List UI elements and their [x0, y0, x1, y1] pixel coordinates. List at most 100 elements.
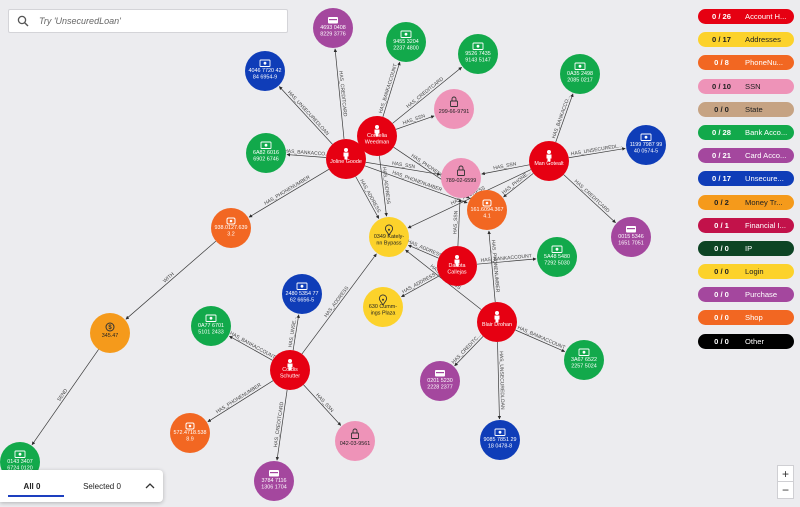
graph-node-card[interactable]: 4693 04088229 3776 — [313, 8, 353, 48]
node-label: 6A82 6016 — [253, 150, 279, 156]
legend-item[interactable]: 0 / 0 State — [698, 101, 794, 117]
legend-label: Bank Acco... — [745, 127, 788, 137]
graph-edge[interactable]: HAS_UNSECUREDLOAN — [278, 86, 333, 145]
legend-count: 0 / 0 — [714, 336, 729, 346]
credit-card-icon — [328, 17, 338, 24]
node-label: 161.6094.367 — [471, 207, 504, 213]
graph-edge[interactable]: HAS_PHONE... — [501, 170, 534, 198]
graph-node-person[interactable]: Man Gotealt — [529, 141, 569, 181]
graph-node-address[interactable]: 0349 Kately-nn Bypass — [369, 217, 409, 257]
node-label: 5A48 5480 — [544, 254, 570, 260]
tab-selected[interactable]: Selected 0 — [64, 470, 140, 502]
graph-node-bank[interactable]: 3A67 65222257 5024 — [564, 340, 604, 380]
graph-edge[interactable]: HAS_ADDRESS — [401, 272, 440, 298]
legend-item[interactable]: 0 / 17 Unsecure... — [698, 171, 794, 187]
graph-node-bank[interactable]: 0A35 24982085 0217 — [560, 54, 600, 94]
node-label: ings Plaza — [371, 311, 396, 317]
graph-node-loan[interactable]: 1199 7987 9940 0574-5 — [626, 125, 666, 165]
graph-edge[interactable]: HAS_UNSE... — [288, 314, 300, 351]
legend-label: Purchase — [745, 290, 778, 300]
graph-canvas[interactable]: HAS_UNSECUREDLOAN HAS_CREDITCARD HAS_BANKA… — [0, 0, 800, 507]
graph-node-person[interactable]: DakotaCallejas — [437, 246, 477, 286]
legend-item[interactable]: 0 / 0 Purchase — [698, 287, 794, 303]
legend-item[interactable]: 0 / 17 Addresses — [698, 32, 794, 48]
graph-edge[interactable]: HAS_CREDITCARD — [333, 48, 348, 140]
legend-label: State — [745, 104, 763, 114]
legend-label: Financial I... — [745, 220, 786, 230]
legend-item[interactable]: 0 / 8 PhoneNu... — [698, 55, 794, 71]
search-bar[interactable] — [8, 9, 288, 33]
graph-node-loan[interactable]: 2480 5354 7762 6656-5 — [282, 274, 322, 314]
graph-node-phone[interactable]: 572.4718.5388.9 — [170, 413, 210, 453]
graph-edge[interactable]: HAS_UNSECUREDL... — [568, 143, 626, 159]
graph-edge[interactable]: HAS_SSN — [481, 161, 530, 176]
graph-node-bank[interactable]: 5A48 54807292 5030 — [537, 237, 577, 277]
graph-edge[interactable]: HAS_ADDRESS — [355, 176, 382, 219]
graph-node-person[interactable]: CordisSchutter — [270, 350, 310, 390]
graph-node-card[interactable]: 3784 71161306 1704 — [254, 461, 294, 501]
legend-item[interactable]: 0 / 10 SSN — [698, 78, 794, 94]
legend-count: 0 / 8 — [714, 58, 729, 68]
graph-edge[interactable]: HAS_SSN — [395, 113, 435, 130]
graph-edge[interactable]: HAS_PHONENUMBER — [207, 380, 274, 423]
legend-item[interactable]: 0 / 0 Other — [698, 333, 794, 349]
edge-label: HAS_BANKACCOUNT — [516, 325, 566, 351]
graph-node-loan[interactable]: 4046 7720 4284 6954-9 — [245, 51, 285, 91]
graph-node-ssn[interactable]: 042-03-9561 — [335, 421, 375, 461]
graph-edge[interactable]: HAS_BANKACCO... — [284, 148, 330, 158]
legend-item[interactable]: 0 / 0 IP — [698, 240, 794, 256]
graph-node-person[interactable]: Blair Drohan — [477, 302, 517, 342]
legend-item[interactable]: 0 / 28 Bank Acco... — [698, 124, 794, 140]
zoom-out-button[interactable]: − — [777, 482, 794, 499]
node-label: Cordis — [282, 367, 298, 373]
legend-item[interactable]: 0 / 21 Card Acco... — [698, 148, 794, 164]
legend-item[interactable]: 0 / 0 Login — [698, 264, 794, 280]
graph-node-bank[interactable]: 6A82 60166902 6746 — [246, 133, 286, 173]
graph-node-ssn[interactable]: 299-66-9791 — [434, 89, 474, 129]
graph-edge[interactable]: HAS_BANKACCOUNT — [378, 61, 401, 117]
search-input[interactable] — [39, 16, 279, 26]
graph-node-card[interactable]: 0201 52302228 2377 — [420, 361, 460, 401]
graph-node-ssn[interactable]: 789-02-6599 — [441, 158, 481, 198]
legend-count: 0 / 1 — [714, 220, 729, 230]
graph-edge[interactable]: HAS_BANKACCOUNT — [228, 331, 276, 361]
graph-edge[interactable]: HAS_BANKACCOUNT — [515, 325, 566, 352]
graph-edge[interactable]: HAS_ADDRESS — [406, 239, 443, 259]
graph-edge[interactable]: HAS_SSN — [303, 384, 342, 426]
graph-edge[interactable]: HAS_CREDITC... — [451, 333, 484, 367]
graph-edge[interactable]: HAS_PHONENUMBER — [248, 168, 330, 218]
node-label: 6902 6746 — [253, 157, 278, 163]
graph-node-phone[interactable]: 161.6094.3674.1 — [467, 190, 507, 230]
graph-node-person[interactable]: CorneliaWeedman — [357, 116, 397, 156]
graph-node-loan[interactable]: 9085 7851 2918 0478-8 — [480, 420, 520, 460]
graph-edge[interactable]: HAS_CREDITCARD — [273, 389, 288, 461]
chevron-up-icon[interactable] — [140, 482, 160, 490]
graph-node-money[interactable]: $345.47 — [90, 313, 130, 353]
node-label: 1199 7987 99 — [630, 142, 663, 148]
graph-edge[interactable]: HAS_BANKACCOUNT — [476, 253, 537, 265]
legend-item[interactable]: 0 / 1 Financial I... — [698, 217, 794, 233]
edge-label: HAS_PHONENUMBER — [263, 174, 311, 206]
graph-node-phone[interactable]: 938.0127.6393.2 — [211, 208, 251, 248]
edge-label: HAS_SSN — [391, 161, 415, 171]
graph-edge[interactable]: HAS_BANKACCO... — [551, 93, 574, 143]
graph-edge[interactable]: HAS_UNSECUREDLOAN — [497, 341, 506, 420]
graph-node-address[interactable]: 630 Cumm-ings Plaza — [363, 287, 403, 327]
legend-label: Other — [745, 336, 764, 346]
graph-edge[interactable]: HAS_CREDITCARD — [563, 174, 616, 223]
node-label: Man Gotealt — [534, 161, 564, 167]
legend-item[interactable]: 0 / 26 Account H... — [698, 9, 794, 24]
legend-item[interactable]: 0 / 2 Money Tr... — [698, 194, 794, 210]
graph-edge[interactable]: WITH — [125, 240, 217, 320]
graph-edge[interactable]: HAS_PHONENUMBER — [487, 230, 501, 303]
legend-item[interactable]: 0 / 0 Shop — [698, 310, 794, 326]
graph-node-bank[interactable]: 9526 74359143 5147 — [458, 34, 498, 74]
graph-node-bank[interactable]: 9455 32042237 4800 — [386, 22, 426, 62]
tab-all[interactable]: All 0 — [0, 470, 64, 502]
graph-node-bank[interactable]: 0A77 67015101 2433 — [191, 306, 231, 346]
node-label: Blair Drohan — [482, 322, 512, 328]
graph-node-card[interactable]: 0015 53461651 7051 — [611, 217, 651, 257]
graph-edge[interactable]: SEND — [31, 349, 99, 446]
zoom-in-button[interactable]: + — [777, 465, 794, 482]
legend-label: Card Acco... — [745, 151, 787, 161]
